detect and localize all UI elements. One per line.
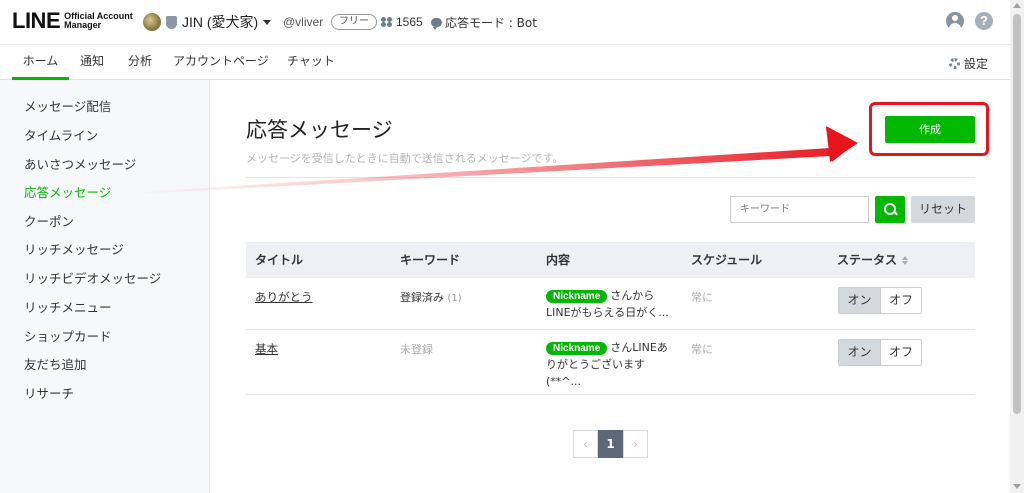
status-toggle[interactable]: オン オフ bbox=[838, 287, 922, 314]
tab-notifications[interactable]: 通知 bbox=[80, 45, 104, 80]
avatar bbox=[143, 13, 161, 31]
reset-button[interactable]: リセット bbox=[911, 196, 975, 223]
sidebar-item-rich-menu[interactable]: リッチメニュー bbox=[24, 297, 112, 316]
response-mode[interactable]: 応答モード : Bot bbox=[431, 14, 537, 31]
table-row-keyword: 登録済み (1) bbox=[400, 291, 462, 304]
line-oa-manager-logo[interactable]: LINE Official Account Manager bbox=[12, 10, 133, 32]
settings-link[interactable]: 設定 bbox=[949, 55, 988, 72]
sidebar-item-coupon[interactable]: クーポン bbox=[24, 211, 74, 230]
pagination: ‹ 1 › bbox=[573, 430, 648, 458]
next-page-button[interactable]: › bbox=[623, 430, 648, 458]
chat-bubble-icon bbox=[431, 18, 442, 30]
friends-count: 1565 bbox=[381, 15, 423, 29]
create-button[interactable]: 作成 bbox=[885, 116, 975, 143]
table-row-content: Nickname さんからLINEがもらえる日がく... bbox=[546, 289, 669, 319]
table-header: タイトル キーワード 内容 スケジュール ステータス bbox=[246, 242, 975, 278]
account-name: JIN (愛犬家) bbox=[182, 14, 259, 30]
column-header-content: 内容 bbox=[546, 253, 571, 267]
scrollbar-thumb[interactable] bbox=[1013, 14, 1021, 414]
people-icon bbox=[381, 17, 393, 27]
nickname-tag: Nickname bbox=[546, 342, 608, 355]
logo-text: LINE bbox=[12, 8, 61, 33]
status-toggle[interactable]: オン オフ bbox=[838, 339, 922, 366]
table-row-title-link[interactable]: 基本 bbox=[255, 341, 278, 357]
top-bar: LINE Official Account Manager JIN (愛犬家) @… bbox=[0, 0, 1010, 45]
tab-analytics[interactable]: 分析 bbox=[128, 45, 152, 80]
logo-subtext: Official Account Manager bbox=[64, 11, 133, 30]
sidebar-item-greeting-message[interactable]: あいさつメッセージ bbox=[24, 154, 136, 173]
sidebar-item-shop-card[interactable]: ショップカード bbox=[24, 326, 112, 345]
caret-down-icon bbox=[263, 19, 272, 25]
account-switcher[interactable]: JIN (愛犬家) bbox=[143, 12, 272, 32]
prev-page-button[interactable]: ‹ bbox=[573, 430, 598, 458]
column-header-status[interactable]: ステータス bbox=[837, 242, 909, 278]
sidebar-item-rich-message[interactable]: リッチメッセージ bbox=[24, 239, 124, 258]
scrollbar[interactable] bbox=[1010, 0, 1024, 493]
sort-icon[interactable] bbox=[902, 256, 909, 265]
tab-account-page[interactable]: アカウントページ bbox=[173, 45, 269, 80]
page-description: メッセージを受信したときに自動で送信されるメッセージです。 bbox=[246, 152, 564, 165]
keyword-search-input[interactable] bbox=[730, 196, 869, 223]
scroll-down-arrow-icon[interactable] bbox=[1013, 484, 1021, 489]
sidebar-item-message-delivery[interactable]: メッセージ配信 bbox=[24, 96, 111, 115]
sidebar-item-timeline[interactable]: タイムライン bbox=[24, 125, 98, 144]
user-icon[interactable] bbox=[946, 12, 964, 30]
scroll-up-arrow-icon[interactable] bbox=[1013, 3, 1021, 8]
sidebar-item-auto-response[interactable]: 応答メッセージ bbox=[24, 182, 111, 201]
sidebar-item-research[interactable]: リサーチ bbox=[24, 383, 74, 402]
main-nav: ホーム 通知 分析 アカウントページ チャット 設定 bbox=[0, 45, 1010, 80]
divider bbox=[246, 177, 975, 178]
sidebar-item-rich-video-message[interactable]: リッチビデオメッセージ bbox=[24, 268, 161, 287]
status-off-option[interactable]: オフ bbox=[880, 340, 921, 365]
table-row-keyword: 未登録 bbox=[400, 343, 433, 356]
column-header-keyword: キーワード bbox=[400, 253, 461, 267]
table-row-content: Nickname さんLINEありがとうございます(**^... bbox=[546, 341, 668, 388]
status-off-option[interactable]: オフ bbox=[880, 288, 921, 313]
tab-home[interactable]: ホーム bbox=[12, 45, 69, 80]
shield-icon bbox=[166, 15, 177, 29]
friends-count-value: 1565 bbox=[396, 15, 423, 29]
row-divider bbox=[246, 329, 975, 330]
settings-label: 設定 bbox=[964, 57, 989, 71]
sidebar-item-add-friends[interactable]: 友だち追加 bbox=[24, 354, 87, 373]
tab-chat[interactable]: チャット bbox=[287, 45, 335, 80]
table-row-schedule: 常に bbox=[691, 291, 713, 304]
sidebar: メッセージ配信 タイムライン あいさつメッセージ 応答メッセージ クーポン リッ… bbox=[0, 80, 210, 493]
status-on-option[interactable]: オン bbox=[839, 340, 880, 365]
help-icon[interactable]: ? bbox=[975, 12, 993, 30]
row-divider bbox=[246, 394, 975, 395]
account-id: @vliver bbox=[283, 15, 324, 29]
table-row-title-link[interactable]: ありがとう bbox=[255, 289, 313, 305]
gear-icon bbox=[949, 58, 960, 69]
table-row-schedule: 常に bbox=[691, 343, 713, 356]
page-title: 応答メッセージ bbox=[246, 118, 393, 142]
response-mode-label: 応答モード : Bot bbox=[445, 16, 537, 30]
status-on-option[interactable]: オン bbox=[839, 288, 880, 313]
column-header-schedule: スケジュール bbox=[691, 253, 763, 267]
current-page[interactable]: 1 bbox=[598, 430, 623, 458]
nickname-tag: Nickname bbox=[546, 290, 608, 303]
search-button[interactable] bbox=[875, 196, 905, 223]
plan-badge: フリー bbox=[331, 14, 377, 30]
column-header-title: タイトル bbox=[255, 253, 304, 267]
